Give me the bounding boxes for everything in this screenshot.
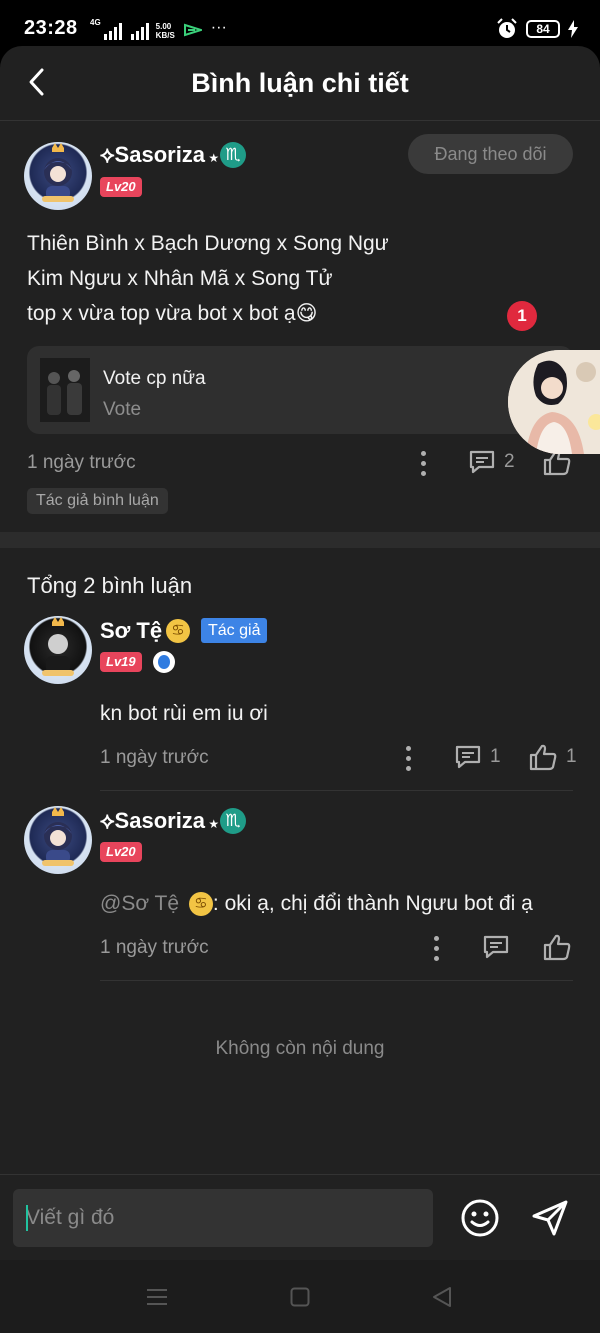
header: Bình luận chi tiết [0,46,600,120]
like-count: 1 [566,746,577,767]
comment-detail-screen: Bình luận chi tiết ⟡Sasoriza ★ ♏ Lv20 Đa… [0,46,600,1260]
signal-icon-2 [130,22,149,40]
post-line: Kim Ngưu x Nhân Mã x Song Tử [27,267,333,290]
notification-badge: 1 [507,301,537,331]
avatar[interactable] [24,616,92,684]
more-notifications: ··· [210,19,227,36]
network-type: 4G [90,18,101,27]
vote-thumbnail [40,358,90,422]
comment-text: @Sơ Tệ ♋: oki ạ, chị đổi thành Ngưu bot … [100,892,533,917]
floating-avatar-art [508,350,600,454]
comment-username[interactable]: ⟡Sasoriza ★ [100,808,219,834]
reply-count: 1 [490,746,501,767]
like-icon [529,744,557,771]
comment-divider [100,790,573,791]
comment-icon [455,745,481,769]
send-icon[interactable] [530,1198,570,1238]
author-comment-tag: Tác giả bình luận [27,488,168,514]
home-icon[interactable] [290,1287,310,1307]
emoji-icon[interactable] [460,1198,500,1238]
author-badge: Tác giả [201,618,268,643]
level-badge: Lv19 [100,652,142,672]
post-time: 1 ngày trước [27,452,136,473]
charging-icon [568,20,578,38]
reply-button[interactable]: 2 [468,449,515,475]
text-caret [26,1205,28,1231]
avatar[interactable] [24,142,92,210]
post-content: Thiên Bình x Bạch Dương x Song Ngư Kim N… [27,226,389,331]
reply-count: 2 [504,451,515,472]
vote-subtitle: Vote [103,399,142,420]
status-icons: 4G 5.00 KB/S ··· [90,18,227,40]
comment-text: kn bot rùi em iu ơi [100,702,268,725]
no-more-content: Không còn nội dung [215,1038,385,1059]
more-dots-icon[interactable] [433,936,439,962]
more-dots-icon[interactable] [405,746,411,772]
avatar-art [42,807,74,866]
comment-time: 1 ngày trước [100,747,209,768]
cancer-icon: ♋ [188,892,213,917]
network-speed: 5.00 KB/S [155,22,175,40]
page-title: Bình luận chi tiết [191,68,409,98]
like-button[interactable]: 1 [528,743,577,771]
back-triangle-icon[interactable] [431,1286,453,1308]
sparkle-icon: ⟡ [100,808,115,833]
battery-icon: 84 [526,20,560,38]
post-username[interactable]: ⟡Sasoriza ★ [100,142,219,168]
status-time: 23:28 [24,17,78,39]
floating-chat-avatar[interactable] [508,350,600,454]
avatar-art [42,617,74,676]
scorpio-icon: ♏ [220,808,246,834]
comment-username[interactable]: Sơ Tệ [100,618,162,644]
vote-title: Vote cp nữa [103,368,206,389]
avatar-art [42,143,74,202]
level-badge: Lv20 [100,842,142,862]
cancer-icon: ♋ [166,619,190,643]
comment-input-bar [0,1174,600,1260]
status-right: 84 [496,18,578,40]
alarm-icon [497,18,517,38]
drop-badge-icon [153,651,175,673]
signal-icon [103,22,122,40]
like-icon[interactable] [542,933,572,961]
post-line: top x vừa top vừa bot x bot ạ😋 [27,302,318,325]
comment-icon [469,450,495,474]
level-badge: Lv20 [100,177,142,197]
total-comments: Tổng 2 bình luận [27,573,193,598]
comment-icon[interactable] [482,934,510,960]
app-notification-icon [183,23,202,37]
menu-icon[interactable] [146,1288,168,1306]
follow-button[interactable]: Đang theo dõi [408,134,573,174]
comment-input-box[interactable] [13,1189,433,1247]
header-divider [0,120,600,121]
vote-card[interactable]: Vote cp nữa Vote [27,346,573,434]
comment-divider [100,980,573,981]
scorpio-icon: ♏ [220,142,246,168]
reply-button[interactable]: 1 [454,744,501,770]
comment-input[interactable] [13,1189,433,1247]
comment-time: 1 ngày trước [100,937,209,958]
avatar[interactable] [24,806,92,874]
system-navigation-bar [0,1260,600,1333]
post-line: Thiên Bình x Bạch Dương x Song Ngư [27,232,389,255]
mention[interactable]: @Sơ Tệ [100,892,179,915]
section-divider [0,532,600,548]
sparkle-icon: ⟡ [100,142,115,167]
more-dots-icon[interactable] [420,451,426,477]
